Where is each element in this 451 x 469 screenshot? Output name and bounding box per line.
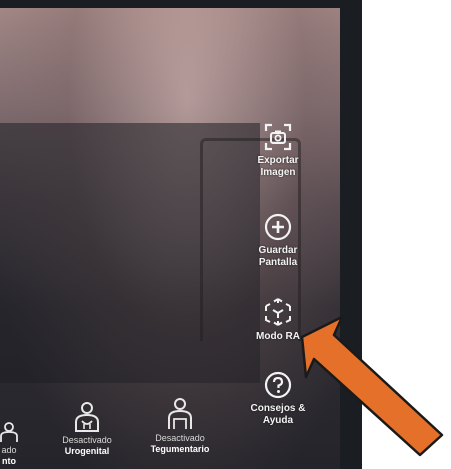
save-screen-button[interactable]: Guardar Pantalla <box>228 212 328 269</box>
ar-cube-icon <box>265 298 291 326</box>
urogenital-status: Desactivado <box>62 435 112 445</box>
integumentary-system-icon <box>168 398 192 429</box>
tegumentario-status: Desactivado <box>155 433 205 443</box>
system-partial-status: ado <box>1 445 17 455</box>
system-partial-name: nto <box>2 456 16 466</box>
plus-circle-icon <box>264 213 292 241</box>
urogenital-name: Urogenital <box>64 446 110 456</box>
app-screen: Exportar Imagen Guardar Pantalla Modo RA… <box>0 8 340 469</box>
tegumentario-name: Tegumentario <box>150 444 210 454</box>
export-image-label-2: Imagen <box>260 167 296 178</box>
export-image-label-1: Exportar <box>257 155 299 166</box>
system-item-partial[interactable]: ado nto <box>0 421 32 467</box>
annotation-arrow <box>300 315 444 457</box>
system-item-urogenital[interactable]: Desactivado Urogenital <box>52 401 122 457</box>
body-system-icon <box>0 422 18 442</box>
export-image-button[interactable]: Exportar Imagen <box>228 122 328 179</box>
camera-frame-icon <box>264 123 292 151</box>
photo: Exportar Imagen Guardar Pantalla Modo RA… <box>0 0 451 469</box>
save-screen-label-1: Guardar <box>258 245 298 256</box>
urogenital-system-icon <box>75 402 99 432</box>
system-item-tegumentario[interactable]: Desactivado Tegumentario <box>140 397 220 455</box>
systems-bar: ado nto Desactivado Urogenital Desactiva… <box>0 393 340 469</box>
save-screen-label-2: Pantalla <box>258 257 298 268</box>
